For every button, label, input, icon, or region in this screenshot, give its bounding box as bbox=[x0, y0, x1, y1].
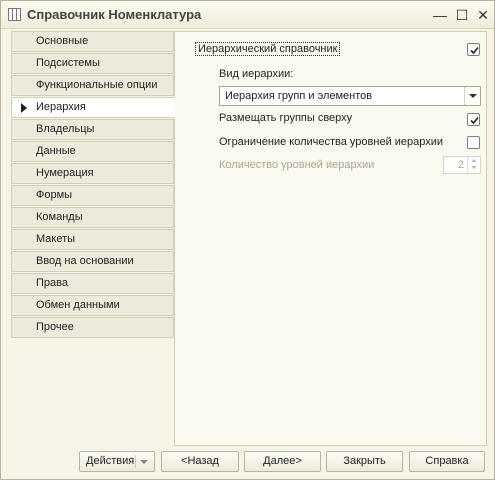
sidebar-item-label: Функциональные опции bbox=[36, 79, 158, 91]
chevron-down-icon[interactable] bbox=[464, 87, 480, 105]
checkmark-icon bbox=[470, 46, 479, 55]
sidebar-item-label: Ввод на основании bbox=[36, 255, 134, 267]
checkmark-icon bbox=[470, 116, 479, 125]
sidebar-item-numbering[interactable]: Нумерация bbox=[11, 163, 174, 184]
sidebar-item-label: Нумерация bbox=[36, 167, 94, 179]
hierarchical-catalog-checkbox[interactable] bbox=[467, 43, 480, 56]
hierarchy-type-value: Иерархия групп и элементов bbox=[225, 90, 373, 102]
limit-levels-label: Ограничение количества уровней иерархии bbox=[219, 136, 444, 148]
levels-count-stepper[interactable]: 2 bbox=[443, 156, 481, 174]
actions-label: Действия bbox=[86, 455, 135, 467]
sidebar-item-label: Обмен данными bbox=[36, 299, 120, 311]
hierarchy-type-label: Вид иерархии: bbox=[219, 68, 294, 80]
levels-count-value: 2 bbox=[457, 159, 464, 171]
sidebar-item-label: Прочее bbox=[36, 321, 74, 333]
limit-levels-checkbox[interactable] bbox=[467, 136, 480, 149]
sidebar-item-label: Владельцы bbox=[36, 123, 95, 135]
dialog-window: Справочник Номенклатура — ☐ ✕ Основные П… bbox=[0, 0, 495, 480]
next-button[interactable]: Далее> bbox=[244, 451, 321, 472]
minimize-button[interactable]: — bbox=[430, 5, 450, 25]
hierarchy-settings-panel: Иерархический справочник Вид иерархии: И… bbox=[174, 31, 487, 446]
groups-on-top-checkbox[interactable] bbox=[467, 113, 480, 126]
button-separator bbox=[135, 455, 136, 468]
chevron-down-icon[interactable] bbox=[471, 166, 477, 169]
levels-count-label: Количество уровней иерархии bbox=[219, 159, 375, 171]
sidebar-item-subsystems[interactable]: Подсистемы bbox=[11, 53, 174, 74]
sidebar-item-other[interactable]: Прочее bbox=[11, 317, 174, 338]
chevron-up-icon[interactable] bbox=[471, 159, 477, 162]
sidebar-item-label: Данные bbox=[36, 145, 76, 157]
close-button[interactable]: ✕ bbox=[473, 5, 493, 25]
title-bar: Справочник Номенклатура — ☐ ✕ bbox=[1, 1, 494, 29]
hierarchy-type-select[interactable]: Иерархия групп и элементов bbox=[219, 86, 481, 106]
sidebar-item-templates[interactable]: Макеты bbox=[11, 229, 174, 250]
groups-on-top-label: Размещать группы сверху bbox=[219, 112, 353, 124]
sidebar-item-hierarchy[interactable]: Иерархия bbox=[11, 97, 175, 118]
window-title: Справочник Номенклатура bbox=[27, 7, 202, 22]
hierarchical-catalog-label[interactable]: Иерархический справочник bbox=[195, 42, 341, 56]
sidebar-item-label: Формы bbox=[36, 189, 73, 201]
close-dialog-button[interactable]: Закрыть bbox=[326, 451, 403, 472]
sidebar-item-data[interactable]: Данные bbox=[11, 141, 174, 162]
sidebar-item-functional-options[interactable]: Функциональные опции bbox=[11, 75, 174, 96]
sidebar-item-owners[interactable]: Владельцы bbox=[11, 119, 174, 140]
maximize-button[interactable]: ☐ bbox=[452, 5, 472, 25]
sidebar-item-label: Права bbox=[36, 277, 68, 289]
current-item-arrow-icon bbox=[21, 103, 27, 113]
sidebar-item-based-on[interactable]: Ввод на основании bbox=[11, 251, 174, 272]
sidebar-item-main[interactable]: Основные bbox=[11, 31, 174, 52]
sidebar-item-label: Основные bbox=[36, 35, 89, 47]
chevron-down-icon bbox=[140, 460, 148, 464]
back-button[interactable]: <Назад bbox=[161, 451, 239, 472]
sidebar-item-rights[interactable]: Права bbox=[11, 273, 174, 294]
stepper-buttons[interactable] bbox=[467, 157, 480, 173]
sidebar-item-label: Иерархия bbox=[36, 101, 86, 113]
help-button[interactable]: Справка bbox=[409, 451, 485, 472]
sidebar-item-label: Подсистемы bbox=[36, 57, 100, 69]
sidebar-item-forms[interactable]: Формы bbox=[11, 185, 174, 206]
sidebar-item-label: Команды bbox=[36, 211, 83, 223]
table-icon bbox=[8, 8, 21, 21]
sidebar-item-label: Макеты bbox=[36, 233, 76, 245]
actions-button[interactable]: Действия bbox=[79, 451, 155, 472]
sidebar-item-commands[interactable]: Команды bbox=[11, 207, 174, 228]
sidebar-item-data-exchange[interactable]: Обмен данными bbox=[11, 295, 174, 316]
